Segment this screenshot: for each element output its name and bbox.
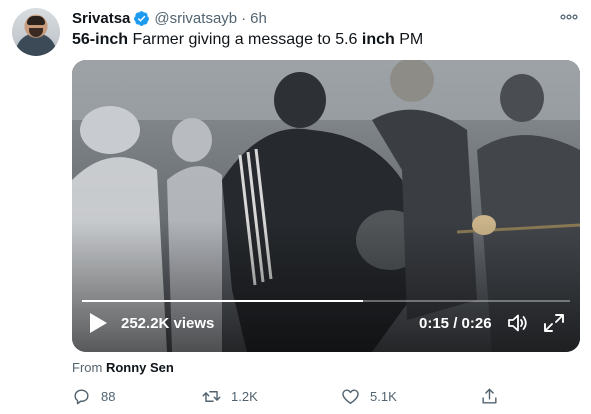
media-source: From Ronny Sen — [72, 360, 174, 375]
play-icon[interactable] — [88, 312, 108, 334]
author-name[interactable]: Srivatsa — [72, 10, 130, 27]
like-button[interactable]: 5.1K — [341, 385, 397, 407]
reply-icon — [74, 388, 89, 404]
more-icon[interactable] — [559, 9, 579, 25]
tweet-text: 56-inch Farmer giving a message to 5.6 i… — [72, 30, 423, 50]
avatar-hair — [27, 16, 45, 25]
tweet-text-part-1: 56-inch — [72, 31, 129, 48]
reply-count: 88 — [101, 388, 116, 404]
source-prefix: From — [72, 360, 106, 375]
source-name[interactable]: Ronny Sen — [106, 360, 174, 375]
tweet-text-part-2: Farmer giving a message to 5.6 — [128, 31, 362, 48]
share-button[interactable] — [480, 385, 509, 407]
retweet-icon — [202, 390, 221, 402]
avatar[interactable] — [12, 8, 60, 56]
avatar-beard — [29, 28, 43, 37]
tweet-actions: 88 1.2K 5.1K — [72, 385, 512, 409]
time-current: 0:15 — [419, 315, 450, 332]
verified-badge-icon — [134, 10, 150, 26]
retweet-button[interactable]: 1.2K — [202, 385, 258, 407]
fullscreen-icon[interactable] — [542, 312, 566, 334]
tweet[interactable]: Srivatsa @srivatsayb · 6h 56-inch Farmer… — [0, 0, 591, 414]
tweet-text-part-4: PM — [394, 31, 424, 48]
view-count: 252.2K views — [121, 315, 215, 332]
volume-icon[interactable] — [506, 312, 530, 334]
tweet-header: Srivatsa @srivatsayb · 6h — [72, 8, 267, 28]
like-count: 5.1K — [370, 388, 397, 404]
time-separator: / — [449, 315, 462, 332]
tweet-text-part-3: inch — [361, 31, 395, 48]
retweet-count: 1.2K — [231, 388, 258, 404]
like-icon — [342, 388, 359, 404]
tweet-timestamp[interactable]: 6h — [250, 10, 267, 27]
video-controls: 252.2K views 0:15 / 0:26 — [72, 302, 580, 352]
header-separator: · — [241, 9, 247, 27]
share-icon — [482, 388, 497, 404]
time-total: 0:26 — [461, 315, 492, 332]
video-timecode: 0:15 / 0:26 — [419, 315, 492, 332]
author-handle[interactable]: @srivatsayb — [154, 10, 237, 27]
reply-button[interactable]: 88 — [72, 385, 115, 407]
video-player[interactable]: 252.2K views 0:15 / 0:26 — [72, 60, 580, 352]
